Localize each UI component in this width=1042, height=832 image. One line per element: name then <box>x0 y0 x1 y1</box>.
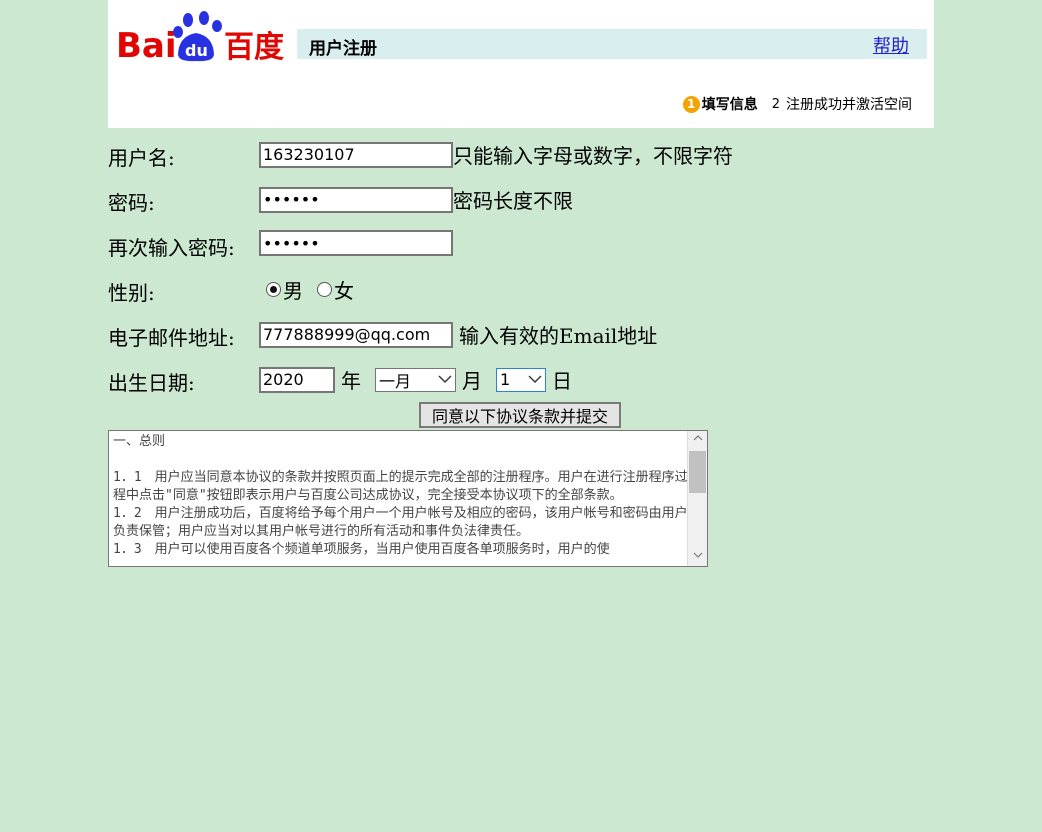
svg-text:du: du <box>185 41 208 60</box>
title-bar: 用户注册 帮助 <box>297 29 927 59</box>
gender-male-label: 男 <box>283 279 303 303</box>
password-input[interactable] <box>259 186 453 213</box>
baidu-logo: Bai du 百度 <box>116 6 286 66</box>
agreement-textarea[interactable]: 一、总则 1．1 用户应当同意本协议的条款并按照页面上的提示完成全部的注册程序。… <box>108 430 708 567</box>
page-title: 用户注册 <box>309 39 377 59</box>
gender-label: 性别: <box>108 281 155 305</box>
email-input[interactable] <box>259 321 453 348</box>
scroll-down-icon[interactable] <box>688 548 707 566</box>
help-link[interactable]: 帮助 <box>873 32 909 58</box>
email-label: 电子邮件地址: <box>108 326 235 350</box>
password-label: 密码: <box>108 191 155 215</box>
birth-day-value: 1 <box>500 370 511 389</box>
birth-year-input[interactable] <box>259 366 335 393</box>
step2-label: 注册成功并激活空间 <box>786 97 912 113</box>
agreement-text: 一、总则 1．1 用户应当同意本协议的条款并按照页面上的提示完成全部的注册程序。… <box>113 434 688 557</box>
gender-male-radio[interactable] <box>266 282 281 297</box>
username-input[interactable] <box>259 141 453 168</box>
step1-label: 填写信息 <box>701 97 758 113</box>
email-hint: 输入有效的Email地址 <box>459 324 658 348</box>
header-banner: Bai du 百度 用户注册 帮助 1 填写信息 2 注册成功并激活空间 <box>108 0 934 128</box>
agree-submit-button[interactable]: 同意以下协议条款并提交 <box>419 402 621 428</box>
svg-text:百度: 百度 <box>224 30 284 64</box>
day-unit-label: 日 <box>552 369 572 393</box>
registration-steps: 1 填写信息 2 注册成功并激活空间 <box>682 94 912 114</box>
birth-month-value: 一月 <box>379 371 412 391</box>
chevron-down-icon <box>438 373 452 387</box>
chevron-down-icon <box>528 373 542 387</box>
svg-text:Bai: Bai <box>116 26 177 64</box>
gender-female-radio[interactable] <box>317 282 332 297</box>
password-confirm-label: 再次输入密码: <box>108 236 235 260</box>
step1-number-icon: 1 <box>682 95 700 113</box>
agreement-scrollbar[interactable] <box>687 431 707 566</box>
birthdate-label: 出生日期: <box>108 371 195 395</box>
password-hint: 密码长度不限 <box>453 189 573 213</box>
scroll-thumb[interactable] <box>689 451 706 493</box>
password-confirm-input[interactable] <box>259 230 453 256</box>
month-unit-label: 月 <box>462 369 482 393</box>
username-hint: 只能输入字母或数字，不限字符 <box>453 144 733 168</box>
gender-female-label: 女 <box>334 279 354 303</box>
birth-day-select[interactable]: 1 <box>496 367 546 392</box>
year-unit-label: 年 <box>341 369 361 393</box>
scroll-up-icon[interactable] <box>688 431 707 449</box>
birth-month-select[interactable]: 一月 <box>375 367 456 392</box>
step2-number: 2 <box>771 96 780 112</box>
username-label: 用户名: <box>108 146 175 170</box>
